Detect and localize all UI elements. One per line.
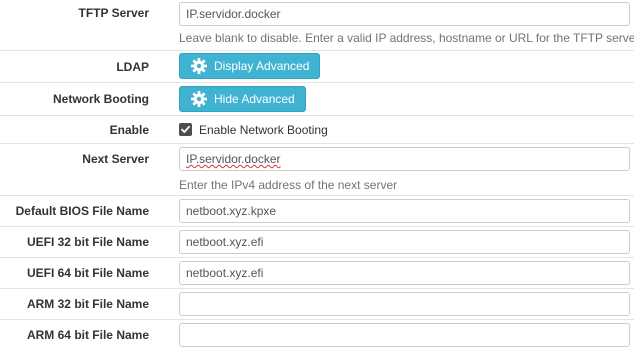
arm64-file-label: ARM 64 bit File Name xyxy=(26,328,149,342)
row-arm64-file: ARM 64 bit File Name xyxy=(0,319,634,348)
enable-network-booting-label: Enable Network Booting xyxy=(199,122,328,137)
checkmark-icon xyxy=(181,126,190,134)
row-uefi64-file: UEFI 64 bit File Name xyxy=(0,257,634,289)
hide-advanced-button[interactable]: Hide Advanced xyxy=(179,86,306,112)
arm64-file-input[interactable] xyxy=(179,323,630,347)
next-server-label: Next Server xyxy=(82,152,149,166)
next-server-value: IP.servidor.docker xyxy=(186,152,281,166)
gear-icon xyxy=(190,90,208,108)
uefi32-file-input[interactable] xyxy=(179,230,630,254)
ldap-label: LDAP xyxy=(116,60,149,74)
row-default-bios-file: Default BIOS File Name xyxy=(0,195,634,227)
row-next-server: Next Server IP.servidor.docker Enter the… xyxy=(0,143,634,196)
hide-advanced-label: Hide Advanced xyxy=(214,92,295,106)
uefi64-file-label: UEFI 64 bit File Name xyxy=(26,266,149,280)
enable-label: Enable xyxy=(109,123,149,137)
arm32-file-label: ARM 32 bit File Name xyxy=(26,297,149,311)
uefi32-file-label: UEFI 32 bit File Name xyxy=(26,235,149,249)
row-network-booting: Network Booting Hide Advanced xyxy=(0,82,634,116)
tftp-server-help: Leave blank to disable. Enter a valid IP… xyxy=(179,31,634,45)
tftp-server-label: TFTP Server xyxy=(78,6,149,20)
enable-network-booting-checkbox[interactable] xyxy=(179,123,192,137)
display-advanced-button[interactable]: Display Advanced xyxy=(179,53,321,79)
row-uefi32-file: UEFI 32 bit File Name xyxy=(0,226,634,258)
next-server-help: Enter the IPv4 address of the next serve… xyxy=(179,178,398,192)
tftp-server-input[interactable] xyxy=(179,2,630,26)
row-ldap: LDAP Display Advanced xyxy=(0,50,634,83)
arm32-file-input[interactable] xyxy=(179,292,630,316)
default-bios-file-input[interactable] xyxy=(179,199,630,223)
gear-icon xyxy=(190,57,208,75)
row-enable: Enable Enable Network Booting xyxy=(0,115,634,144)
network-booting-label: Network Booting xyxy=(53,92,149,106)
uefi64-file-input[interactable] xyxy=(179,261,630,285)
network-boot-form: TFTP Server Leave blank to disable. Ente… xyxy=(0,0,634,347)
default-bios-file-label: Default BIOS File Name xyxy=(15,204,149,218)
next-server-input[interactable]: IP.servidor.docker xyxy=(179,147,630,171)
row-arm32-file: ARM 32 bit File Name xyxy=(0,288,634,320)
row-tftp-server: TFTP Server Leave blank to disable. Ente… xyxy=(0,0,634,50)
display-advanced-label: Display Advanced xyxy=(214,59,310,73)
